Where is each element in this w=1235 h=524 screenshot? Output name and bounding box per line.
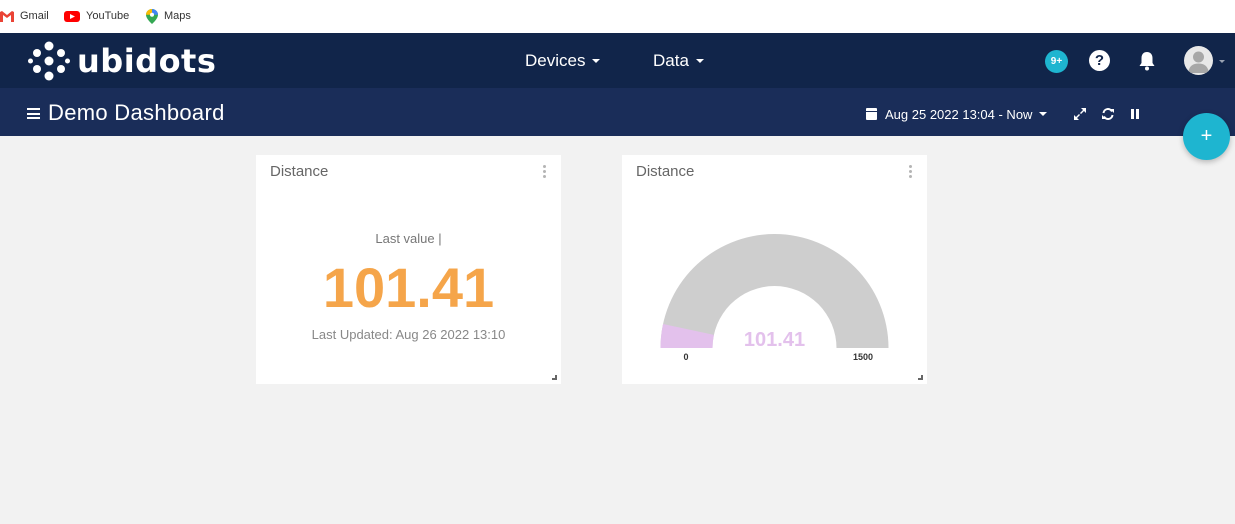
avatar[interactable]: [1184, 46, 1213, 75]
menu-data-label: Data: [653, 51, 689, 70]
chevron-down-icon: [1039, 112, 1048, 116]
menu-devices[interactable]: Devices: [525, 50, 601, 72]
bell-icon[interactable]: [1136, 50, 1158, 72]
top-navbar: ubidots Devices Data 9+ ?: [0, 33, 1235, 88]
resize-handle[interactable]: [918, 375, 923, 380]
gauge-max-label: 1500: [852, 352, 874, 362]
pause-icon[interactable]: [1128, 107, 1142, 121]
calendar-icon: [866, 108, 877, 120]
kebab-menu-icon[interactable]: [543, 165, 547, 179]
gauge-min-label: 0: [683, 352, 689, 362]
gauge-widget[interactable]: Distance 101.41 0 1500: [622, 155, 927, 384]
chevron-down-icon: [695, 59, 704, 63]
dashboard-title[interactable]: Demo Dashboard: [48, 100, 225, 126]
chevron-down-icon[interactable]: [1219, 60, 1225, 63]
youtube-icon: [64, 10, 80, 22]
bookmark-label: YouTube: [86, 10, 130, 22]
ubidots-dots-icon: [28, 41, 70, 81]
menu-data[interactable]: Data: [653, 50, 704, 72]
refresh-icon[interactable]: [1101, 107, 1115, 121]
menu-devices-label: Devices: [525, 51, 586, 70]
widget-title: Distance: [270, 163, 329, 180]
bookmarks-bar: Gmail YouTube Maps: [0, 0, 1235, 33]
logo-text: ubidots: [77, 42, 217, 80]
resize-handle[interactable]: [552, 375, 557, 380]
last-updated-text: Last Updated: Aug 26 2022 13:10: [311, 327, 506, 342]
gauge-value: 101.41: [743, 329, 806, 351]
add-widget-button[interactable]: +: [1183, 113, 1230, 160]
last-value-label: Last value |: [375, 231, 442, 246]
ubidots-logo[interactable]: ubidots: [28, 41, 216, 81]
metric-value: 101.41: [322, 256, 495, 319]
expand-icon[interactable]: [1073, 107, 1087, 121]
notifications-badge[interactable]: 9+: [1045, 50, 1068, 73]
menu-icon[interactable]: [27, 108, 40, 119]
help-icon[interactable]: ?: [1089, 50, 1110, 71]
bookmark-youtube[interactable]: YouTube: [64, 9, 129, 23]
bookmark-label: Maps: [164, 10, 191, 22]
metric-widget[interactable]: Distance Last value | 101.41 Last Update…: [256, 155, 561, 384]
bookmark-maps[interactable]: Maps: [146, 8, 191, 24]
dashboard-header: Demo Dashboard Aug 25 2022 13:04 - Now: [0, 88, 1235, 136]
gmail-icon: [0, 10, 14, 22]
maps-icon: [146, 8, 158, 24]
bookmark-gmail[interactable]: Gmail: [0, 9, 49, 23]
bookmark-label: Gmail: [20, 10, 49, 22]
user-icon: [1188, 51, 1209, 73]
date-range-label: Aug 25 2022 13:04 - Now: [885, 106, 1033, 122]
chevron-down-icon: [592, 59, 601, 63]
date-range-picker[interactable]: Aug 25 2022 13:04 - Now: [866, 106, 1048, 122]
